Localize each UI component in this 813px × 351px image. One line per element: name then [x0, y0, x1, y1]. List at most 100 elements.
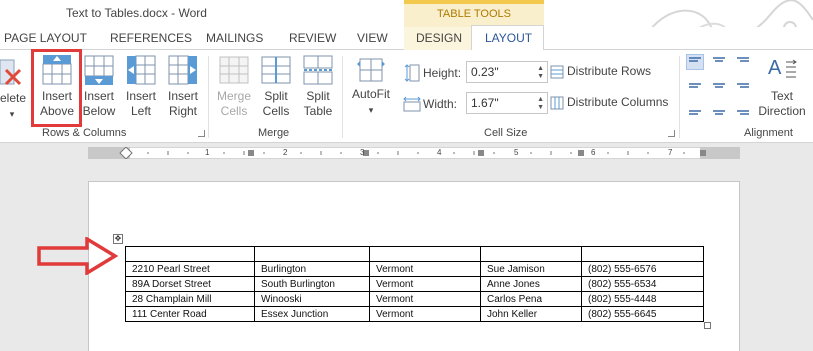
table-cell[interactable]: Vermont — [369, 306, 481, 322]
table-tools-header: TABLE TOOLS — [404, 0, 544, 27]
split-table-icon — [303, 55, 333, 85]
width-spinner[interactable]: 1.67" ▲ ▼ — [466, 92, 548, 114]
autofit-label: AutoFit — [351, 87, 390, 101]
table-cell[interactable]: Vermont — [369, 261, 481, 277]
distribute-rows-button[interactable]: Distribute Rows — [550, 64, 651, 79]
group-separator — [342, 56, 343, 138]
tab-layout[interactable]: LAYOUT — [485, 31, 532, 45]
table-row[interactable]: 2210 Pearl Street Burlington Vermont Sue… — [125, 261, 704, 277]
table-cell[interactable]: South Burlington — [254, 276, 370, 292]
table-row[interactable]: 89A Dorset Street South Burlington Vermo… — [125, 276, 704, 292]
distribute-rows-icon — [550, 65, 564, 79]
table-cell[interactable]: (802) 555-6576 — [581, 261, 704, 277]
ruler-number: 7 — [668, 148, 673, 157]
table-row[interactable] — [125, 246, 704, 262]
split-table-button[interactable]: Split Table — [298, 54, 338, 119]
rows-columns-launcher-icon[interactable] — [198, 130, 205, 137]
document-table[interactable]: 2210 Pearl Street Burlington Vermont Sue… — [125, 246, 704, 322]
cell-size-launcher-icon[interactable] — [668, 130, 675, 137]
insert-below-line2: Below — [82, 104, 116, 118]
table-tools-label: TABLE TOOLS — [437, 8, 511, 20]
distribute-columns-label: Distribute Columns — [567, 95, 669, 109]
table-cell[interactable]: (802) 555-6534 — [581, 276, 704, 292]
text-direction-button[interactable]: A Text Direction — [754, 54, 810, 119]
table-cell[interactable]: 28 Champlain Mill — [125, 291, 255, 307]
tab-page-layout[interactable]: PAGE LAYOUT — [4, 31, 87, 45]
table-cell[interactable]: Vermont — [369, 276, 481, 292]
split-cells-icon — [261, 56, 291, 84]
table-cell[interactable]: (802) 555-4448 — [581, 291, 704, 307]
table-cell[interactable] — [369, 246, 481, 262]
table-cell[interactable]: Sue Jamison — [480, 261, 582, 277]
merge-cells-button[interactable]: Merge Cells — [214, 54, 254, 119]
merge-cells-icon — [219, 56, 249, 84]
column-width-icon — [403, 96, 421, 112]
table-row[interactable]: 111 Center Road Essex Junction Vermont J… — [125, 306, 704, 322]
table-cell[interactable]: 89A Dorset Street — [125, 276, 255, 292]
spin-up-icon[interactable]: ▲ — [537, 65, 544, 73]
split-cells-line1: Split — [264, 89, 288, 103]
insert-right-button[interactable]: Insert Right — [164, 54, 202, 119]
split-cells-button[interactable]: Split Cells — [256, 54, 296, 119]
split-table-line2: Table — [303, 104, 333, 118]
cell-size-group-label: Cell Size — [484, 127, 528, 139]
table-cell[interactable] — [581, 246, 704, 262]
insert-below-button[interactable]: Insert Below — [80, 54, 118, 119]
red-arrow-pointer-icon — [37, 237, 119, 275]
spin-up-icon[interactable]: ▲ — [537, 96, 544, 104]
spin-down-icon[interactable]: ▼ — [537, 73, 544, 81]
text-direction-line1: Text — [770, 89, 793, 103]
merge-group-label: Merge — [258, 127, 290, 139]
table-cell[interactable] — [480, 246, 582, 262]
insert-left-line2: Left — [130, 104, 151, 118]
distribute-columns-button[interactable]: Distribute Columns — [550, 95, 668, 110]
insert-left-icon — [127, 55, 156, 85]
table-cell[interactable]: 111 Center Road — [125, 306, 255, 322]
delete-table-icon — [0, 59, 22, 86]
height-spinner[interactable]: 0.23" ▲ ▼ — [466, 61, 548, 83]
tab-mailings[interactable]: MAILINGS — [206, 31, 263, 45]
table-row[interactable]: 28 Champlain Mill Winooski Vermont Carlo… — [125, 291, 704, 307]
table-resize-handle-icon[interactable] — [704, 322, 711, 329]
autofit-button[interactable]: AutoFit ▾ — [348, 56, 394, 118]
table-cell[interactable]: John Keller — [480, 306, 582, 322]
insert-left-button[interactable]: Insert Left — [122, 54, 160, 119]
window-title: Text to Tables.docx - Word — [66, 6, 207, 20]
tab-references[interactable]: REFERENCES — [110, 31, 192, 45]
tab-view[interactable]: VIEW — [357, 31, 388, 45]
table-cell[interactable]: Essex Junction — [254, 306, 370, 322]
ruler-ticks — [119, 147, 706, 159]
tab-review[interactable]: REVIEW — [289, 31, 336, 45]
distribute-rows-label: Distribute Rows — [567, 64, 652, 78]
table-cell[interactable]: Vermont — [369, 291, 481, 307]
distribute-columns-icon — [550, 96, 564, 110]
rows-columns-group-label: Rows & Columns — [42, 127, 127, 139]
autofit-icon — [357, 58, 385, 82]
table-cell[interactable] — [125, 246, 255, 262]
merge-cells-line2: Cells — [220, 104, 248, 118]
table-cell[interactable]: Burlington — [254, 261, 370, 277]
table-cell[interactable]: 2210 Pearl Street — [125, 261, 255, 277]
table-cell[interactable]: Carlos Pena — [480, 291, 582, 307]
split-cells-line2: Cells — [262, 104, 290, 118]
spin-down-icon[interactable]: ▼ — [537, 104, 544, 112]
ruler-number: 2 — [283, 148, 288, 157]
insert-right-line2: Right — [168, 104, 197, 118]
table-cell[interactable] — [254, 246, 370, 262]
table-cell[interactable]: (802) 555-6645 — [581, 306, 704, 322]
delete-label: elete — [0, 91, 27, 105]
table-cell[interactable]: Winooski — [254, 291, 370, 307]
table-cell[interactable]: Anne Jones — [480, 276, 582, 292]
alignment-icons — [689, 57, 749, 115]
tab-design[interactable]: DESIGN — [416, 31, 462, 45]
text-direction-line2: Direction — [758, 104, 806, 118]
ruler-number: 5 — [514, 148, 519, 157]
merge-cells-line1: Merge — [216, 89, 251, 103]
group-separator — [679, 56, 680, 138]
insert-below-line1: Insert — [83, 89, 114, 103]
text-direction-icon: A — [768, 57, 797, 79]
alignment-group-label: Alignment — [744, 127, 793, 139]
ribbon-tabs: PAGE LAYOUT REFERENCES MAILINGS REVIEW V… — [0, 25, 813, 51]
delete-button[interactable]: elete ▾ — [0, 58, 27, 122]
ruler-number: 3 — [360, 148, 365, 157]
